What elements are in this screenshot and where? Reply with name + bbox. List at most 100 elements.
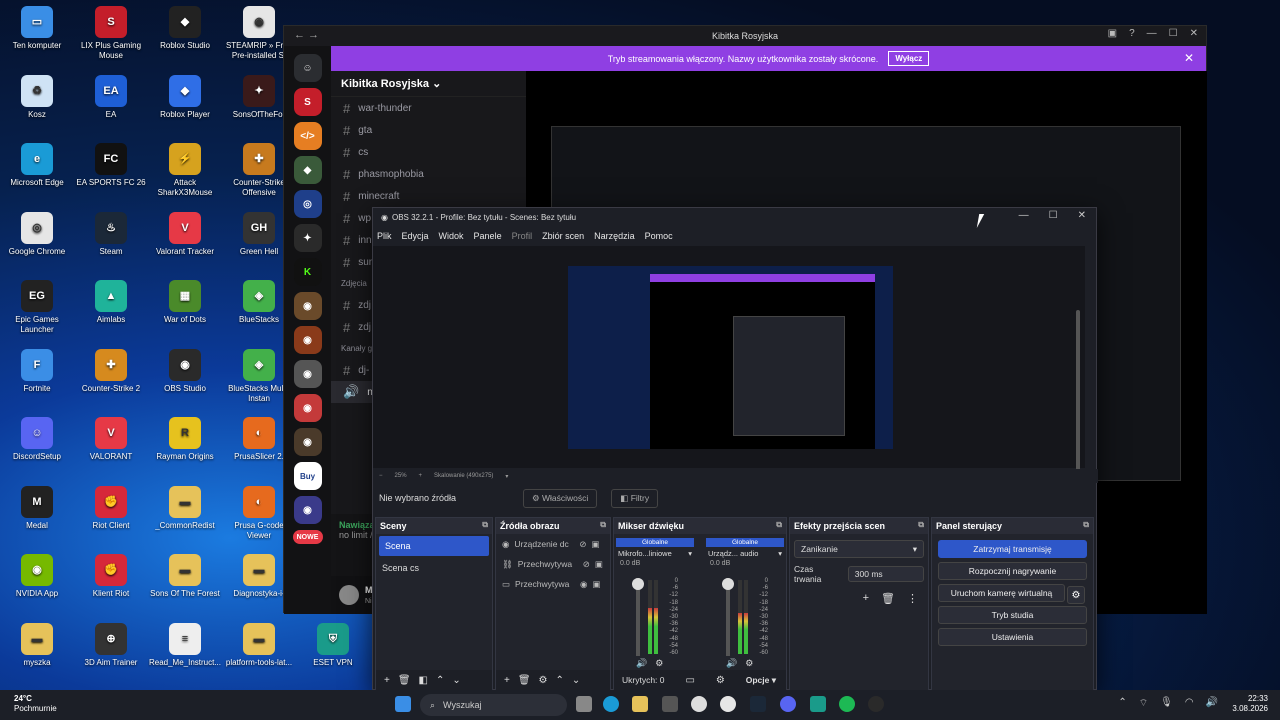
chevron-down-icon[interactable]: ▾ — [778, 549, 782, 558]
help-icon[interactable]: ? — [1129, 28, 1135, 39]
control-button[interactable]: Rozpocznij nagrywanie — [938, 562, 1087, 580]
desktop-icon[interactable]: ▲ Aimlabs — [74, 280, 148, 335]
minimize-icon[interactable]: — — [1019, 210, 1029, 221]
zoom-in-icon[interactable]: + — [419, 473, 423, 479]
discord-icon[interactable] — [780, 696, 796, 712]
weather-widget[interactable]: 24°C Pochmurnie — [14, 694, 57, 714]
up-icon[interactable]: ⌃ — [556, 675, 564, 686]
desktop-icon[interactable]: ♨ Steam — [74, 211, 148, 267]
zoom-out-icon[interactable]: − — [379, 473, 383, 479]
add-icon[interactable]: + — [863, 592, 869, 605]
control-button[interactable]: Uruchom kamerę wirtualną — [938, 584, 1065, 602]
filters-button[interactable]: ◧ Filtry — [611, 488, 659, 508]
minimize-icon[interactable]: — — [1147, 28, 1157, 39]
server-icon[interactable]: ◉ — [293, 428, 322, 456]
channel-item[interactable]: # minecraft — [331, 185, 526, 207]
desktop-icon[interactable]: ▬ _CommonRedist — [148, 485, 222, 541]
close-icon[interactable]: ✕ — [1078, 210, 1086, 221]
chrome-icon[interactable] — [720, 696, 736, 712]
discord-home-icon[interactable]: ☺ — [293, 54, 322, 82]
menu-item[interactable]: Narzędzia — [594, 231, 635, 241]
channel-item[interactable]: # phasmophobia — [331, 163, 526, 185]
server-icon[interactable]: ✦ — [293, 224, 322, 252]
menu-item[interactable]: Pomoc — [645, 231, 673, 241]
down-icon[interactable]: ⌄ — [572, 675, 580, 686]
desktop-icon[interactable]: ♻ Kosz — [0, 74, 74, 130]
server-icon[interactable]: S — [293, 88, 322, 116]
control-button[interactable]: Tryb studia — [938, 606, 1087, 624]
volume-icon[interactable]: 🔊 — [1206, 697, 1218, 710]
control-button[interactable]: Zatrzymaj transmisję — [938, 540, 1087, 558]
virtual-camera-settings-icon[interactable]: ⚙ — [1067, 586, 1085, 604]
eye-icon[interactable]: ◉ — [580, 579, 587, 590]
mixer-settings-icon[interactable]: ⚙ — [716, 675, 725, 686]
server-icon[interactable]: ◉ — [293, 496, 322, 524]
undock-icon[interactable]: ⧉ — [600, 520, 606, 530]
chevron-up-icon[interactable]: ⌃ — [1118, 697, 1126, 710]
clock[interactable]: 22:33 3.08.2026 — [1232, 694, 1268, 714]
maximize-icon[interactable]: ☐ — [1169, 28, 1178, 39]
desktop-icon[interactable]: ▭ Ten komputer — [0, 6, 74, 61]
task-view-icon[interactable] — [576, 696, 592, 712]
source-item[interactable]: ▭ Przechwytywa ◉ ▣ — [496, 574, 610, 594]
mixer-channel-name[interactable]: Mikrofo...liniowe ▾ — [616, 547, 694, 560]
desktop-icon[interactable]: ☺ DiscordSetup — [0, 417, 74, 472]
banner-close-icon[interactable]: ✕ — [1184, 51, 1194, 65]
server-icon[interactable]: ◎ — [293, 190, 322, 218]
inbox-icon[interactable]: ▣ — [1108, 28, 1117, 39]
menu-item[interactable]: Profil — [512, 231, 533, 241]
server-icon[interactable]: ◉ — [293, 326, 322, 354]
edge-icon[interactable] — [603, 696, 619, 712]
desktop-icon[interactable]: FC EA SPORTS FC 26 — [74, 143, 148, 198]
scale-dropdown-icon[interactable]: ▾ — [505, 473, 508, 480]
desktop-icon[interactable]: R Rayman Origins — [148, 417, 222, 472]
add-icon[interactable]: + — [504, 675, 510, 686]
mixer-channel-name[interactable]: Urządz... audio ▾ — [706, 547, 784, 560]
mouse-app-icon[interactable] — [691, 696, 707, 712]
options-button[interactable]: Opcje ▾ — [746, 675, 776, 686]
desktop-icon[interactable]: V VALORANT — [74, 417, 148, 472]
undock-icon[interactable]: ⧉ — [482, 520, 488, 530]
desktop-icon[interactable]: ◆ Roblox Player — [148, 74, 222, 130]
desktop-icon[interactable]: ⚡ Attack SharkX3Mouse — [148, 143, 222, 198]
channel-item[interactable]: # gta — [331, 119, 526, 141]
wifi-icon[interactable]: ◠ — [1185, 697, 1194, 710]
obs-preview[interactable] — [373, 246, 1085, 480]
eset-icon[interactable] — [810, 696, 826, 712]
up-icon[interactable]: ⌃ — [436, 675, 444, 686]
add-icon[interactable]: + — [384, 675, 390, 686]
lock-icon[interactable]: ▣ — [595, 559, 603, 570]
server-icon[interactable]: </> — [293, 122, 322, 150]
filter-icon[interactable]: ◧ — [419, 675, 428, 686]
desktop-icon[interactable]: ▬ Sons Of The Forest — [148, 554, 222, 609]
channel-item[interactable]: # cs — [331, 141, 526, 163]
desktop-icon[interactable]: ⛨ ESET VPN — [296, 622, 370, 678]
close-icon[interactable]: ✕ — [1190, 28, 1198, 39]
source-item[interactable]: ⛓ Przechwytywa ⊘ ▣ — [496, 554, 610, 574]
desktop-icon[interactable]: ✊ Klient Riot — [74, 554, 148, 609]
obs-icon[interactable] — [868, 696, 884, 712]
layout-icon[interactable]: ▭ — [685, 675, 694, 686]
trash-icon[interactable]: 🗑 — [398, 675, 411, 686]
gear-icon[interactable]: ⚙ — [539, 675, 548, 686]
desktop-icon[interactable]: ≡ Read_Me_Instruct... — [148, 622, 222, 678]
undock-icon[interactable]: ⧉ — [776, 520, 782, 530]
desktop-icon[interactable]: F Fortnite — [0, 348, 74, 404]
desktop-icon[interactable]: V Valorant Tracker — [148, 211, 222, 267]
menu-item[interactable]: Panele — [474, 231, 502, 241]
fader-knob[interactable] — [722, 578, 734, 590]
lock-icon[interactable]: ▣ — [592, 539, 600, 550]
volume-icon[interactable]: 🔊 — [636, 658, 647, 669]
preview-canvas[interactable] — [568, 266, 893, 449]
menu-item[interactable]: Plik — [377, 231, 392, 241]
server-icon[interactable]: ◆ — [293, 156, 322, 184]
menu-item[interactable]: Zbiór scen — [542, 231, 584, 241]
start-icon[interactable] — [395, 696, 411, 712]
volume-fader[interactable] — [722, 578, 734, 656]
desktop-icon[interactable]: e Microsoft Edge — [0, 143, 74, 198]
obs-window[interactable]: ◉ OBS 32.2.1 - Profile: Bez tytułu - Sce… — [372, 207, 1098, 690]
spotify-icon[interactable] — [839, 696, 855, 712]
desktop-icon[interactable]: ✊ Riot Client — [74, 485, 148, 541]
lock-icon[interactable]: ▣ — [592, 579, 600, 590]
microphone-icon[interactable]: 🎙 — [1160, 697, 1173, 710]
